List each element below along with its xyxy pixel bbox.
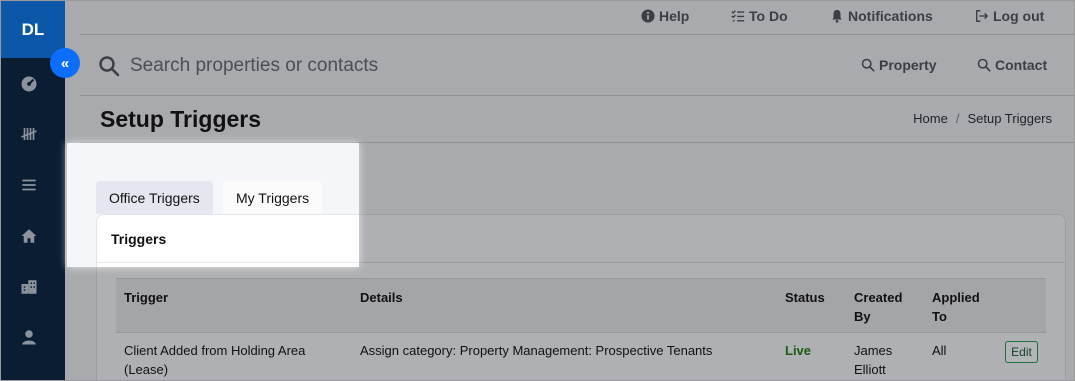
search-contact-button[interactable]: Contact (977, 57, 1047, 73)
cell-line: Elliott (854, 362, 886, 377)
todo-label: To Do (749, 8, 788, 24)
sign-out-icon (976, 10, 989, 22)
logout-label: Log out (993, 8, 1045, 24)
status-badge: Live (785, 343, 812, 358)
breadcrumb: Home / Setup Triggers (913, 111, 1052, 126)
home-icon[interactable] (17, 224, 41, 248)
building-icon[interactable] (17, 275, 41, 299)
avatar[interactable]: DL (1, 1, 65, 58)
tab-label: My Triggers (236, 189, 310, 206)
column-header-status[interactable]: Status (785, 288, 825, 307)
table-header: Trigger Details Status Created By Applie… (116, 278, 1046, 333)
header-line: Applied (932, 290, 980, 305)
page-header: Setup Triggers Home / Setup Triggers (80, 97, 1074, 143)
notifications-link[interactable]: Notifications (830, 8, 933, 24)
cell-line: Client Added from Holding Area (124, 343, 306, 358)
list-lines-icon[interactable] (17, 173, 41, 197)
column-header-applied-to[interactable]: Applied To (932, 288, 980, 326)
cell-applied-to: All (932, 343, 947, 358)
divider (96, 262, 359, 263)
help-link[interactable]: Help (641, 8, 689, 24)
page-title: Setup Triggers (100, 106, 262, 132)
todo-link[interactable]: To Do (731, 8, 788, 24)
cell-created-by: James Elliott (854, 341, 892, 379)
header-line: Created (854, 290, 903, 305)
app-window: DL « Help To Do Notifications Log out Se… (0, 0, 1075, 381)
info-icon (641, 9, 655, 23)
contact-label: Contact (995, 57, 1048, 73)
cell-details: Assign category: Property Management: Pr… (360, 343, 713, 358)
notifications-label: Notifications (848, 8, 933, 24)
top-bar: Help To Do Notifications Log out (80, 1, 1074, 35)
bell-icon (832, 9, 842, 23)
column-header-created-by[interactable]: Created By (854, 288, 902, 326)
cell-line: (Lease) (124, 362, 169, 377)
search-input[interactable] (130, 53, 630, 79)
search-bar: Property Contact (80, 36, 1074, 96)
search-property-button[interactable]: Property (861, 57, 937, 73)
header-line: To (932, 309, 947, 324)
breadcrumb-separator: / (955, 111, 960, 126)
help-label: Help (659, 8, 690, 24)
tab-my-triggers[interactable]: My Triggers (223, 181, 323, 214)
cell-line: James (854, 343, 893, 358)
search-icon (861, 58, 875, 72)
cell-trigger: Client Added from Holding Area (Lease) (124, 341, 305, 379)
breadcrumb-current: Setup Triggers (967, 111, 1052, 126)
person-icon[interactable] (17, 325, 41, 349)
logout-link[interactable]: Log out (975, 8, 1044, 24)
dashboard-gauge-icon[interactable] (17, 72, 41, 96)
search-icon (977, 58, 991, 72)
sidebar-collapse-button[interactable]: « (50, 48, 80, 78)
search-icon (99, 56, 120, 77)
card-header-highlight: Triggers (96, 214, 359, 267)
breadcrumb-home[interactable]: Home (913, 111, 948, 126)
edit-button[interactable]: Edit (1005, 341, 1038, 363)
tally-marks-icon[interactable] (17, 122, 41, 146)
card-title: Triggers (111, 231, 167, 247)
header-line: By (854, 309, 871, 324)
property-label: Property (879, 57, 937, 73)
tab-office-triggers[interactable]: Office Triggers (96, 181, 213, 214)
checklist-icon (731, 10, 745, 22)
column-header-details[interactable]: Details (360, 288, 403, 307)
column-header-trigger[interactable]: Trigger (124, 288, 168, 307)
tab-label: Office Triggers (109, 189, 200, 206)
